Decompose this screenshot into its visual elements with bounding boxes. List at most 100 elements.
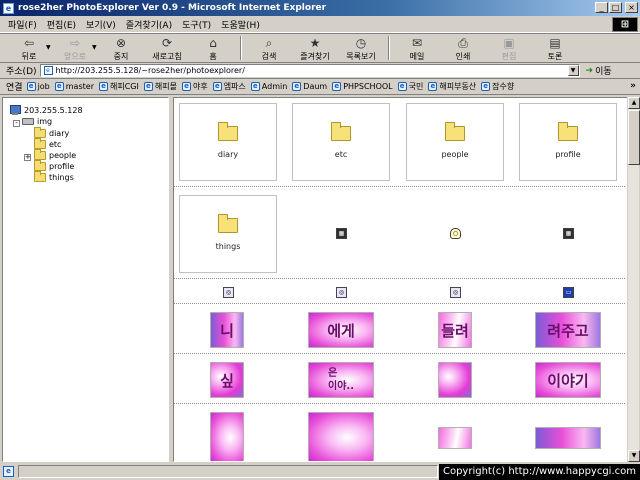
back-label: 뒤로 bbox=[21, 52, 37, 61]
discuss-button[interactable]: ▤ 토론 bbox=[532, 34, 578, 62]
image-thumbnail[interactable]: 싶 bbox=[210, 362, 244, 398]
go-button[interactable]: ➜ 이동 bbox=[586, 64, 612, 78]
history-button[interactable]: ◷ 목록보기 bbox=[338, 34, 384, 62]
image-thumbnail[interactable]: 들려 bbox=[438, 312, 472, 348]
link-empas[interactable]: e 엠파스 bbox=[212, 81, 246, 92]
menu-edit[interactable]: 편집(E) bbox=[47, 18, 76, 31]
print-button[interactable]: ⎙ 인쇄 bbox=[440, 34, 486, 62]
link-master[interactable]: e master bbox=[54, 82, 94, 91]
toolbar-separator bbox=[240, 36, 242, 60]
go-label: 이동 bbox=[595, 67, 612, 77]
home-button[interactable]: ⌂ 홈 bbox=[190, 34, 236, 62]
ie-link-icon: e bbox=[98, 82, 108, 91]
image-thumbnail[interactable]: 니 bbox=[210, 312, 244, 348]
bitmap-file-icon[interactable]: ▭ bbox=[563, 287, 574, 298]
expand-img-icon[interactable]: - bbox=[13, 120, 20, 127]
toolbar: ⇦ 뒤로 ▼ ⇨ 앞으로 ▼ ⊗ 중지 ⟳ 새로고침 ⌂ 홈 ⌕ 검색 ★ 즐겨… bbox=[0, 33, 640, 63]
folder-card-etc[interactable]: etc bbox=[292, 103, 390, 181]
address-label: 주소(D) bbox=[6, 67, 37, 77]
history-label: 목록보기 bbox=[346, 52, 376, 61]
image-thumbnail[interactable] bbox=[210, 412, 244, 461]
folder-icon bbox=[34, 171, 46, 182]
image-thumbnail[interactable]: 에게 bbox=[308, 312, 374, 348]
computer-icon bbox=[9, 105, 21, 115]
link-happy-realestate[interactable]: e 해피부동산 bbox=[428, 81, 476, 92]
search-label: 검색 bbox=[261, 52, 277, 61]
ie-link-icon: e bbox=[54, 82, 64, 91]
search-button[interactable]: ⌕ 검색 bbox=[246, 34, 292, 62]
back-arrow-icon: ⇦ bbox=[23, 36, 35, 50]
image-thumbnail[interactable]: 은 이야.. bbox=[308, 362, 374, 398]
ie-link-icon: e bbox=[481, 82, 491, 91]
window-title: rose2her PhotoExplorer Ver 0.9 - Microso… bbox=[18, 3, 327, 13]
ie-link-icon: e bbox=[428, 82, 438, 91]
image-thumbnail[interactable] bbox=[438, 362, 472, 398]
image-thumbnail[interactable] bbox=[535, 427, 601, 449]
vertical-scrollbar[interactable]: ▲ ▼ bbox=[627, 97, 640, 462]
image-thumbnail[interactable] bbox=[438, 427, 472, 449]
link-label: 해피부동산 bbox=[439, 82, 477, 91]
link-japsuhyang[interactable]: e 잡수향 bbox=[481, 81, 514, 92]
media-file-icon[interactable]: ◎ bbox=[336, 287, 347, 298]
tree-folder-profile[interactable]: profile bbox=[34, 160, 74, 171]
image-thumbnail[interactable] bbox=[308, 412, 374, 461]
scroll-up-arrow-icon[interactable]: ▲ bbox=[628, 97, 640, 109]
movie-file-icon[interactable]: ▦ bbox=[563, 228, 574, 239]
address-input[interactable] bbox=[55, 66, 556, 75]
folder-card-people[interactable]: people bbox=[406, 103, 504, 181]
folder-card-profile[interactable]: profile bbox=[519, 103, 617, 181]
edit-button[interactable]: ▣ 편집 bbox=[486, 34, 532, 62]
expand-people-icon[interactable]: + bbox=[24, 154, 31, 161]
drive-icon bbox=[22, 118, 34, 125]
tree-folder-label: people bbox=[49, 151, 77, 160]
link-job[interactable]: e job bbox=[26, 82, 50, 91]
tree-folder-etc[interactable]: etc bbox=[34, 138, 61, 149]
scroll-down-arrow-icon[interactable]: ▼ bbox=[628, 450, 640, 462]
tree-drive-img[interactable]: img bbox=[22, 117, 52, 126]
refresh-button[interactable]: ⟳ 새로고침 bbox=[144, 34, 190, 62]
links-more-chevron-icon[interactable]: » bbox=[630, 81, 636, 91]
folder-card-diary[interactable]: diary bbox=[179, 103, 277, 181]
mail-button[interactable]: ✉ 메일 bbox=[394, 34, 440, 62]
row-divider bbox=[174, 186, 625, 187]
folder-card-label: diary bbox=[217, 150, 239, 159]
row-divider bbox=[174, 278, 625, 279]
menu-help[interactable]: 도움말(H) bbox=[221, 18, 260, 31]
link-happymall[interactable]: e 해피몰 bbox=[143, 81, 177, 92]
menu-favorites[interactable]: 즐겨찾기(A) bbox=[126, 18, 172, 31]
folder-icon bbox=[34, 138, 46, 149]
tree-folder-people[interactable]: people bbox=[34, 149, 77, 160]
image-thumbnail[interactable]: 이야기 bbox=[535, 362, 601, 398]
media-file-icon[interactable]: ◎ bbox=[450, 287, 461, 298]
tree-folder-diary[interactable]: diary bbox=[34, 127, 69, 138]
address-box[interactable]: e ▼ bbox=[39, 64, 580, 77]
row-divider bbox=[174, 403, 625, 404]
address-dropdown-arrow-icon[interactable]: ▼ bbox=[567, 65, 579, 76]
minimize-button[interactable]: _ bbox=[595, 2, 608, 13]
link-happycgi[interactable]: e 해피CGI bbox=[98, 81, 139, 92]
movie-file-icon[interactable]: ▦ bbox=[336, 228, 347, 239]
tree-root[interactable]: 203.255.5.128 bbox=[9, 105, 83, 115]
maximize-button[interactable]: □ bbox=[609, 2, 622, 13]
folder-card-things[interactable]: things bbox=[179, 195, 277, 273]
menu-file[interactable]: 파일(F) bbox=[8, 18, 37, 31]
tree-folder-label: things bbox=[49, 173, 74, 182]
menu-tools[interactable]: 도구(T) bbox=[182, 18, 211, 31]
home-icon: ⌂ bbox=[209, 36, 217, 50]
link-admin[interactable]: e Admin bbox=[250, 82, 287, 91]
refresh-label: 새로고침 bbox=[152, 52, 182, 61]
link-phpschool[interactable]: e PHPSCHOOL bbox=[332, 82, 393, 91]
menu-view[interactable]: 보기(V) bbox=[86, 18, 116, 31]
close-button[interactable]: × bbox=[625, 2, 638, 13]
favorites-button[interactable]: ★ 즐겨찾기 bbox=[292, 34, 338, 62]
scroll-thumb[interactable] bbox=[628, 110, 640, 165]
image-thumbnail[interactable]: 려주고 bbox=[535, 312, 601, 348]
stop-button[interactable]: ⊗ 중지 bbox=[98, 34, 144, 62]
ie-link-icon: e bbox=[332, 82, 342, 91]
media-file-icon[interactable]: ◎ bbox=[223, 287, 234, 298]
link-daum[interactable]: e Daum bbox=[292, 82, 327, 91]
bulb-file-icon[interactable]: ○ bbox=[450, 228, 461, 239]
tree-folder-things[interactable]: things bbox=[34, 171, 74, 182]
link-yahoo[interactable]: e 야후 bbox=[181, 81, 208, 92]
link-kookmin[interactable]: e 국민 bbox=[397, 81, 423, 92]
